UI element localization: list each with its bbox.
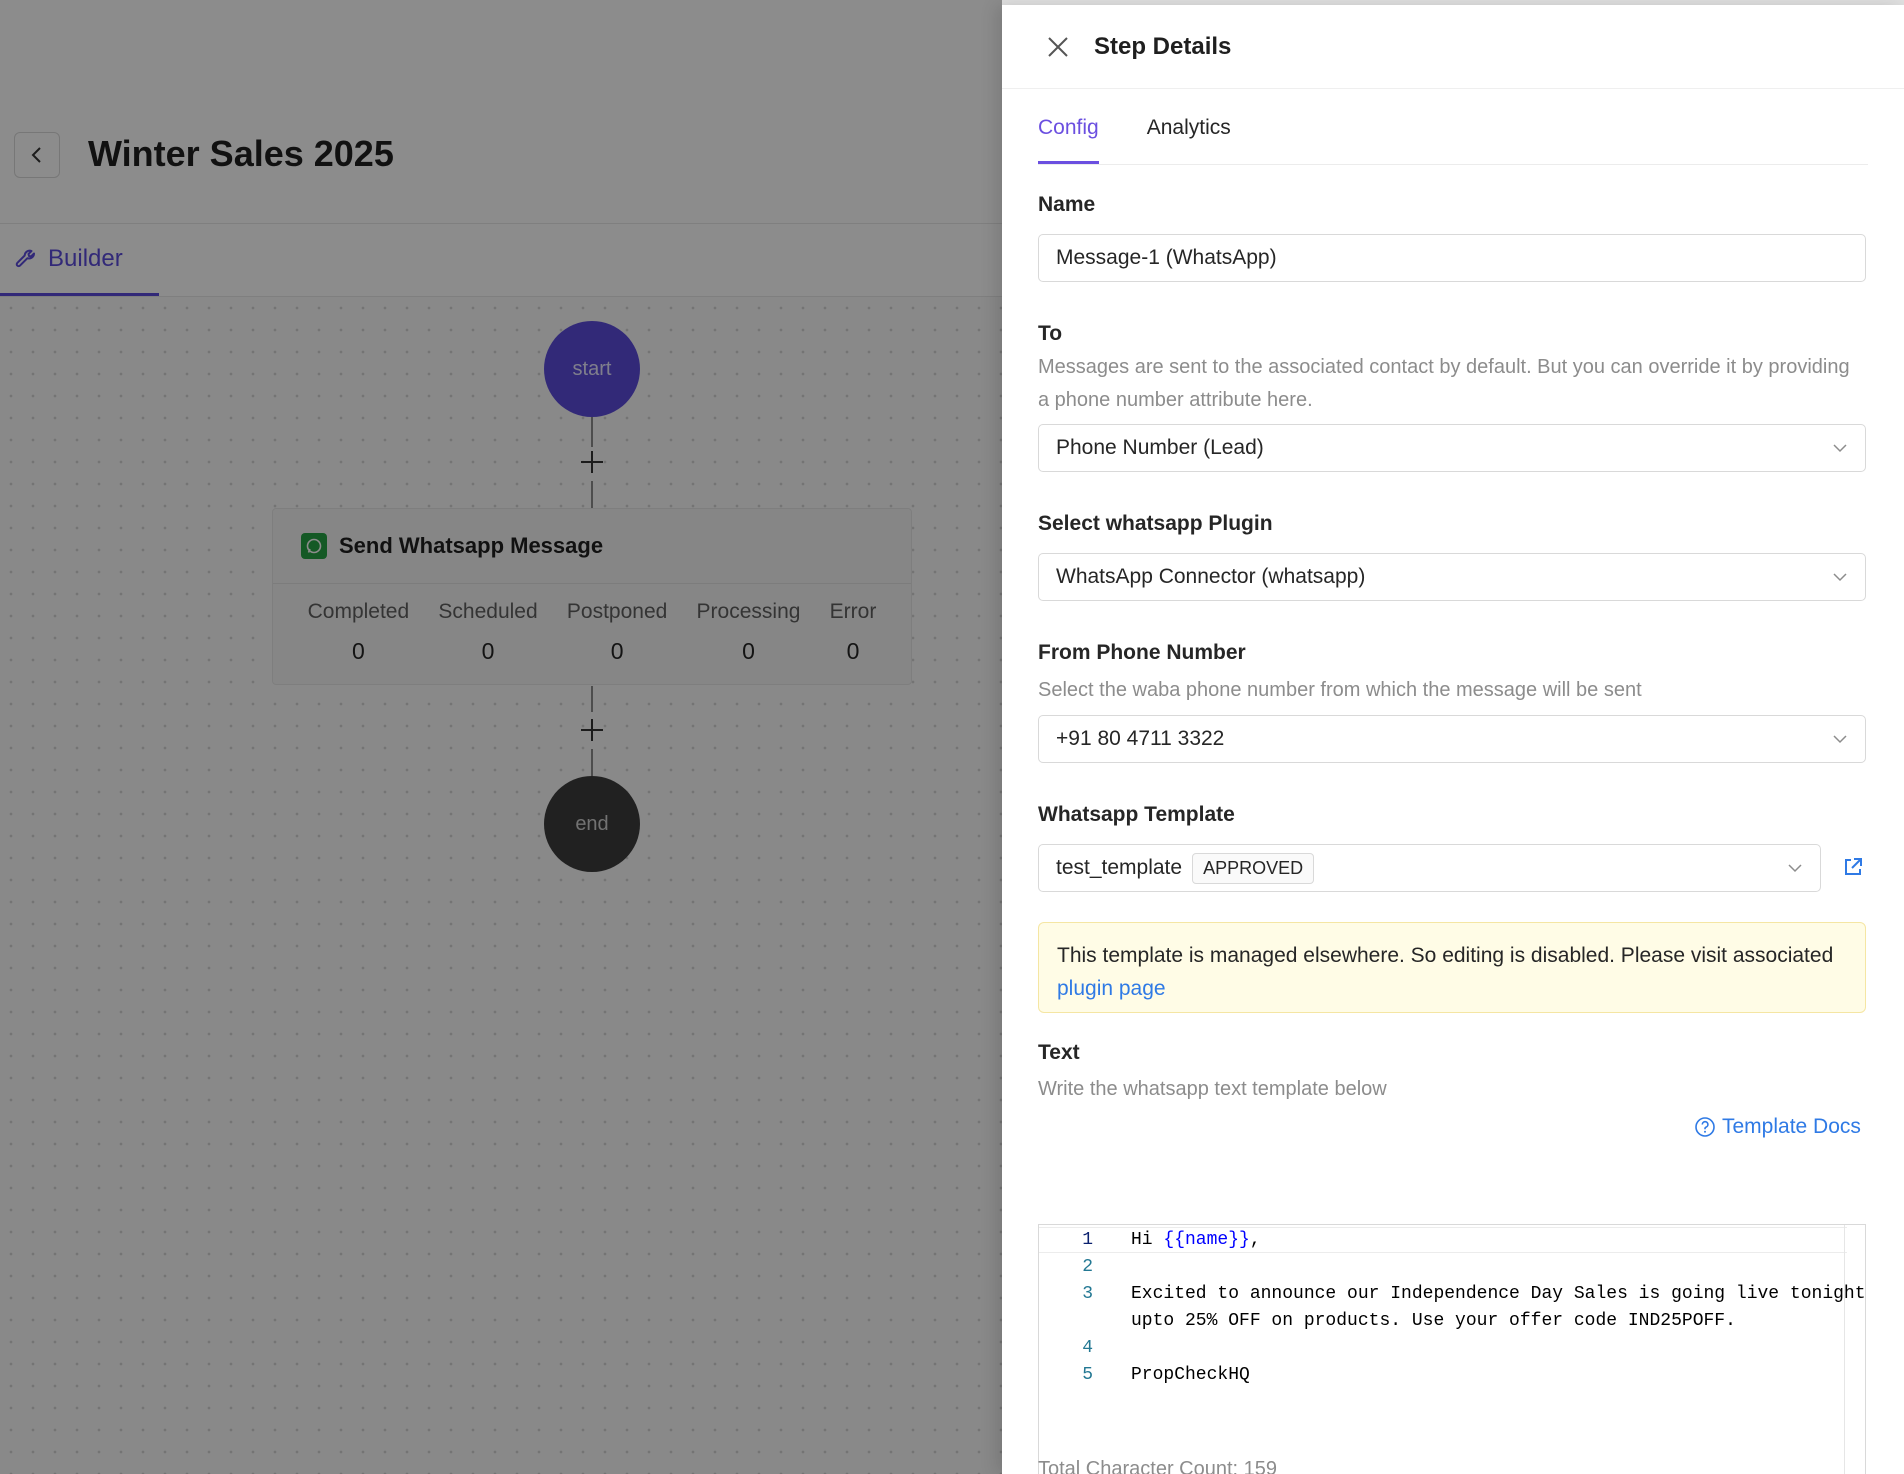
external-link-icon (1845, 858, 1862, 875)
step-details-drawer: Step Details Config Analytics Name Messa… (1002, 5, 1904, 1474)
line-number: 2 (1082, 1257, 1093, 1277)
text-help: Write the whatsapp text template below (1038, 1078, 1387, 1100)
chevron-down-icon (1788, 864, 1802, 873)
help-circle-icon (1695, 1117, 1715, 1137)
template-variable: {{name}} (1163, 1230, 1250, 1250)
plugin-select[interactable]: WhatsApp Connector (whatsapp) (1038, 553, 1866, 601)
line-number: 5 (1082, 1365, 1093, 1385)
line-code-wrapped: upto 25% OFF on products. Use your offer… (1131, 1311, 1736, 1331)
character-count: Total Character Count: 159 (1038, 1458, 1278, 1474)
to-help: Messages are sent to the associated cont… (1038, 356, 1850, 411)
editor-line: 5 PropCheckHQ (1039, 1362, 1865, 1388)
line-text: Hi (1131, 1230, 1164, 1250)
notice-text: This template is managed elsewhere. So e… (1057, 944, 1834, 967)
from-phone-select-value: +91 80 4711 3322 (1056, 727, 1225, 750)
from-phone-help: Select the waba phone number from which … (1038, 679, 1642, 701)
close-icon (1048, 36, 1068, 57)
chevron-down-icon (1833, 444, 1847, 453)
line-number: 4 (1082, 1338, 1093, 1358)
line-number: 1 (1082, 1230, 1093, 1250)
editor-line: 3 Excited to announce our Independence D… (1039, 1281, 1865, 1307)
template-docs-label: Template Docs (1722, 1115, 1861, 1138)
line-text: , (1249, 1230, 1261, 1250)
from-phone-select[interactable]: +91 80 4711 3322 (1038, 715, 1866, 763)
drawer-tabs: Config Analytics (1038, 89, 1868, 165)
plugin-select-value: WhatsApp Connector (whatsapp) (1056, 565, 1366, 588)
editor-line: 4 (1039, 1335, 1865, 1361)
line-code: PropCheckHQ (1131, 1365, 1250, 1385)
open-template-button[interactable] (1842, 856, 1866, 880)
status-badge: APPROVED (1192, 852, 1315, 884)
editor-line-wrap: upto 25% OFF on products. Use your offer… (1039, 1308, 1865, 1334)
to-select[interactable]: Phone Number (Lead) (1038, 424, 1866, 472)
text-editor[interactable]: 1 Hi {{name}}, 2 3 Excited to announce o… (1038, 1224, 1866, 1474)
name-label: Name (1038, 193, 1096, 216)
plugin-label: Select whatsapp Plugin (1038, 512, 1273, 535)
template-select-value: test_template (1056, 856, 1183, 879)
line-code: Hi {{name}}, (1131, 1227, 1261, 1253)
to-label: To (1038, 322, 1063, 345)
template-docs-link[interactable]: Template Docs (1694, 1115, 1861, 1139)
line-code: Excited to announce our Independence Day… (1131, 1284, 1866, 1304)
name-input-value: Message-1 (WhatsApp) (1056, 246, 1277, 269)
template-select[interactable]: test_template APPROVED (1038, 844, 1821, 892)
plugin-page-link[interactable]: plugin page (1057, 977, 1166, 1000)
template-label: Whatsapp Template (1038, 803, 1235, 826)
line-number: 3 (1082, 1284, 1093, 1304)
tab-analytics[interactable]: Analytics (1147, 89, 1231, 164)
drawer-title: Step Details (1094, 32, 1232, 60)
editor-line: 2 (1039, 1254, 1865, 1280)
modal-overlay[interactable] (0, 0, 1002, 1474)
chevron-down-icon (1833, 735, 1847, 744)
from-phone-label: From Phone Number (1038, 641, 1246, 664)
text-label: Text (1038, 1041, 1080, 1064)
editor-line: 1 Hi {{name}}, (1039, 1227, 1865, 1253)
name-input[interactable]: Message-1 (WhatsApp) (1038, 234, 1866, 282)
chevron-down-icon (1833, 573, 1847, 582)
to-select-value: Phone Number (Lead) (1056, 436, 1264, 459)
tab-config[interactable]: Config (1038, 89, 1099, 164)
close-button[interactable] (1042, 31, 1074, 63)
drawer-body: Config Analytics Name Message-1 (WhatsAp… (1038, 89, 1868, 1474)
template-notice: This template is managed elsewhere. So e… (1038, 922, 1866, 1013)
drawer-header: Step Details (1002, 5, 1904, 89)
